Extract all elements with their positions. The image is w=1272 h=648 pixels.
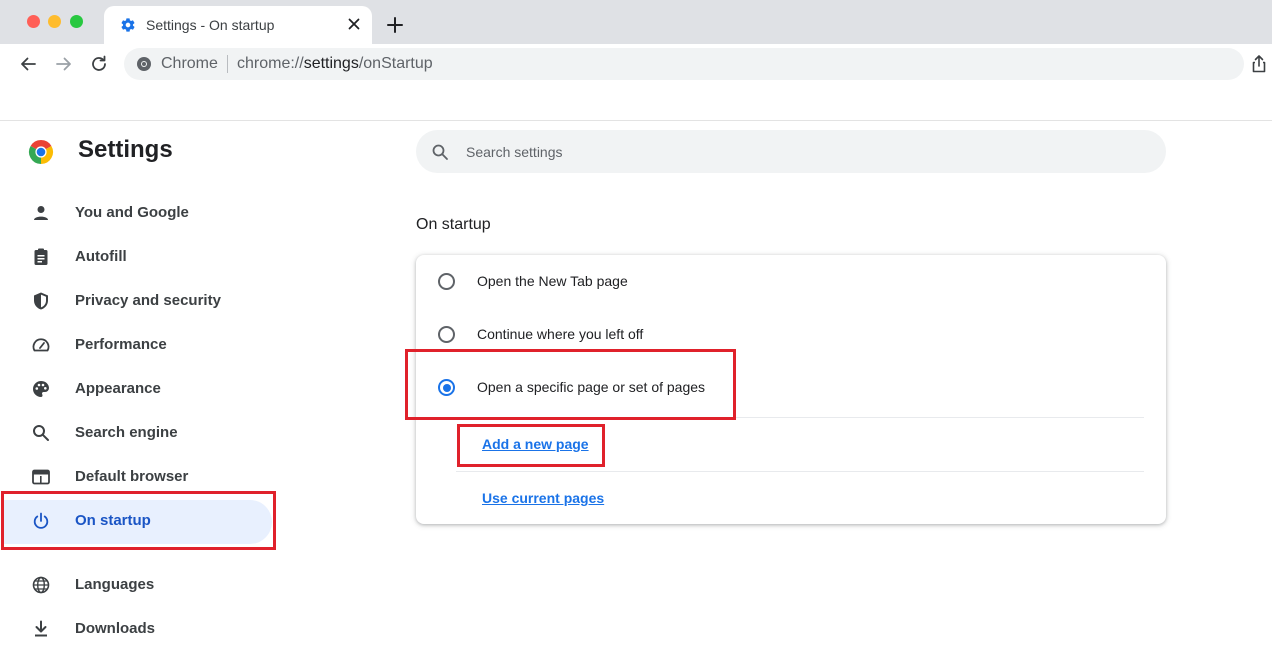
- sidebar-item-label: Privacy and security: [75, 292, 221, 309]
- browser-window-icon: [32, 469, 50, 485]
- radio-button[interactable]: [438, 273, 455, 290]
- on-startup-highlight-box: [1, 491, 276, 550]
- tab-title: Settings - On startup: [146, 17, 275, 33]
- add-page-highlight-box: [457, 424, 605, 467]
- window-close-button[interactable]: [27, 15, 40, 28]
- sidebar-item-you-and-google[interactable]: You and Google: [0, 189, 276, 237]
- url-text: chrome://settings/onStartup: [237, 55, 433, 72]
- omnibox-separator: [227, 55, 228, 73]
- card-divider: [456, 471, 1144, 472]
- window-minimize-button[interactable]: [48, 15, 61, 28]
- sidebar-item-privacy-and-security[interactable]: Privacy and security: [0, 277, 276, 325]
- window-zoom-button[interactable]: [70, 15, 83, 28]
- search-placeholder: Search settings: [466, 144, 563, 160]
- sidebar-item-appearance[interactable]: Appearance: [0, 365, 276, 413]
- radio-button[interactable]: [438, 326, 455, 343]
- reload-icon[interactable]: [88, 53, 110, 75]
- option-label: Continue where you left off: [477, 326, 644, 342]
- address-bar[interactable]: Chrome chrome://settings/onStartup: [124, 48, 1244, 80]
- sidebar-item-label: Search engine: [75, 424, 178, 441]
- sidebar-item-autofill[interactable]: Autofill: [0, 233, 276, 281]
- shield-icon: [34, 292, 48, 310]
- sidebar-item-label: Autofill: [75, 248, 127, 265]
- use-current-pages-link[interactable]: Use current pages: [482, 490, 604, 506]
- option-label: Open the New Tab page: [477, 273, 628, 289]
- sidebar-item-languages[interactable]: Languages: [0, 561, 276, 609]
- settings-title: Settings: [78, 136, 173, 163]
- option-new-tab[interactable]: Open the New Tab page: [416, 256, 1166, 306]
- sidebar-item-downloads[interactable]: Downloads: [0, 605, 276, 648]
- search-icon: [432, 144, 448, 160]
- clipboard-icon: [34, 248, 48, 265]
- globe-icon: [32, 576, 50, 594]
- specific-pages-highlight-box: [405, 349, 736, 420]
- tab-strip: Settings - On startup: [0, 0, 1272, 44]
- palette-icon: [33, 381, 49, 397]
- active-tab[interactable]: Settings - On startup: [104, 6, 372, 44]
- back-arrow-icon[interactable]: [17, 53, 39, 75]
- search-icon: [33, 425, 49, 441]
- share-icon[interactable]: [1250, 54, 1268, 74]
- toolbar-divider: [0, 120, 1272, 121]
- sidebar-item-label: Appearance: [75, 380, 161, 397]
- person-icon: [34, 206, 48, 220]
- sidebar-item-label: Default browser: [75, 468, 189, 485]
- new-tab-plus-icon[interactable]: [384, 14, 406, 36]
- sidebar-item-label: You and Google: [75, 204, 189, 221]
- site-label: Chrome: [161, 55, 218, 72]
- speedometer-icon: [32, 338, 50, 352]
- chrome-logo-icon: [28, 140, 54, 164]
- section-title: On startup: [416, 216, 491, 233]
- chrome-page-icon: [137, 57, 151, 71]
- close-icon[interactable]: [344, 14, 364, 34]
- sidebar-item-label: Downloads: [75, 620, 156, 637]
- sidebar-item-label: Performance: [75, 336, 167, 353]
- sidebar-item-label: Languages: [75, 576, 155, 593]
- sidebar-item-search-engine[interactable]: Search engine: [0, 409, 276, 457]
- sidebar-item-performance[interactable]: Performance: [0, 321, 276, 369]
- gear-icon: [121, 18, 135, 32]
- browser-toolbar: Chrome chrome://settings/onStartup: [0, 44, 1272, 86]
- search-settings-field[interactable]: Search settings: [416, 130, 1166, 173]
- download-icon: [35, 620, 47, 637]
- forward-arrow-icon[interactable]: [53, 53, 75, 75]
